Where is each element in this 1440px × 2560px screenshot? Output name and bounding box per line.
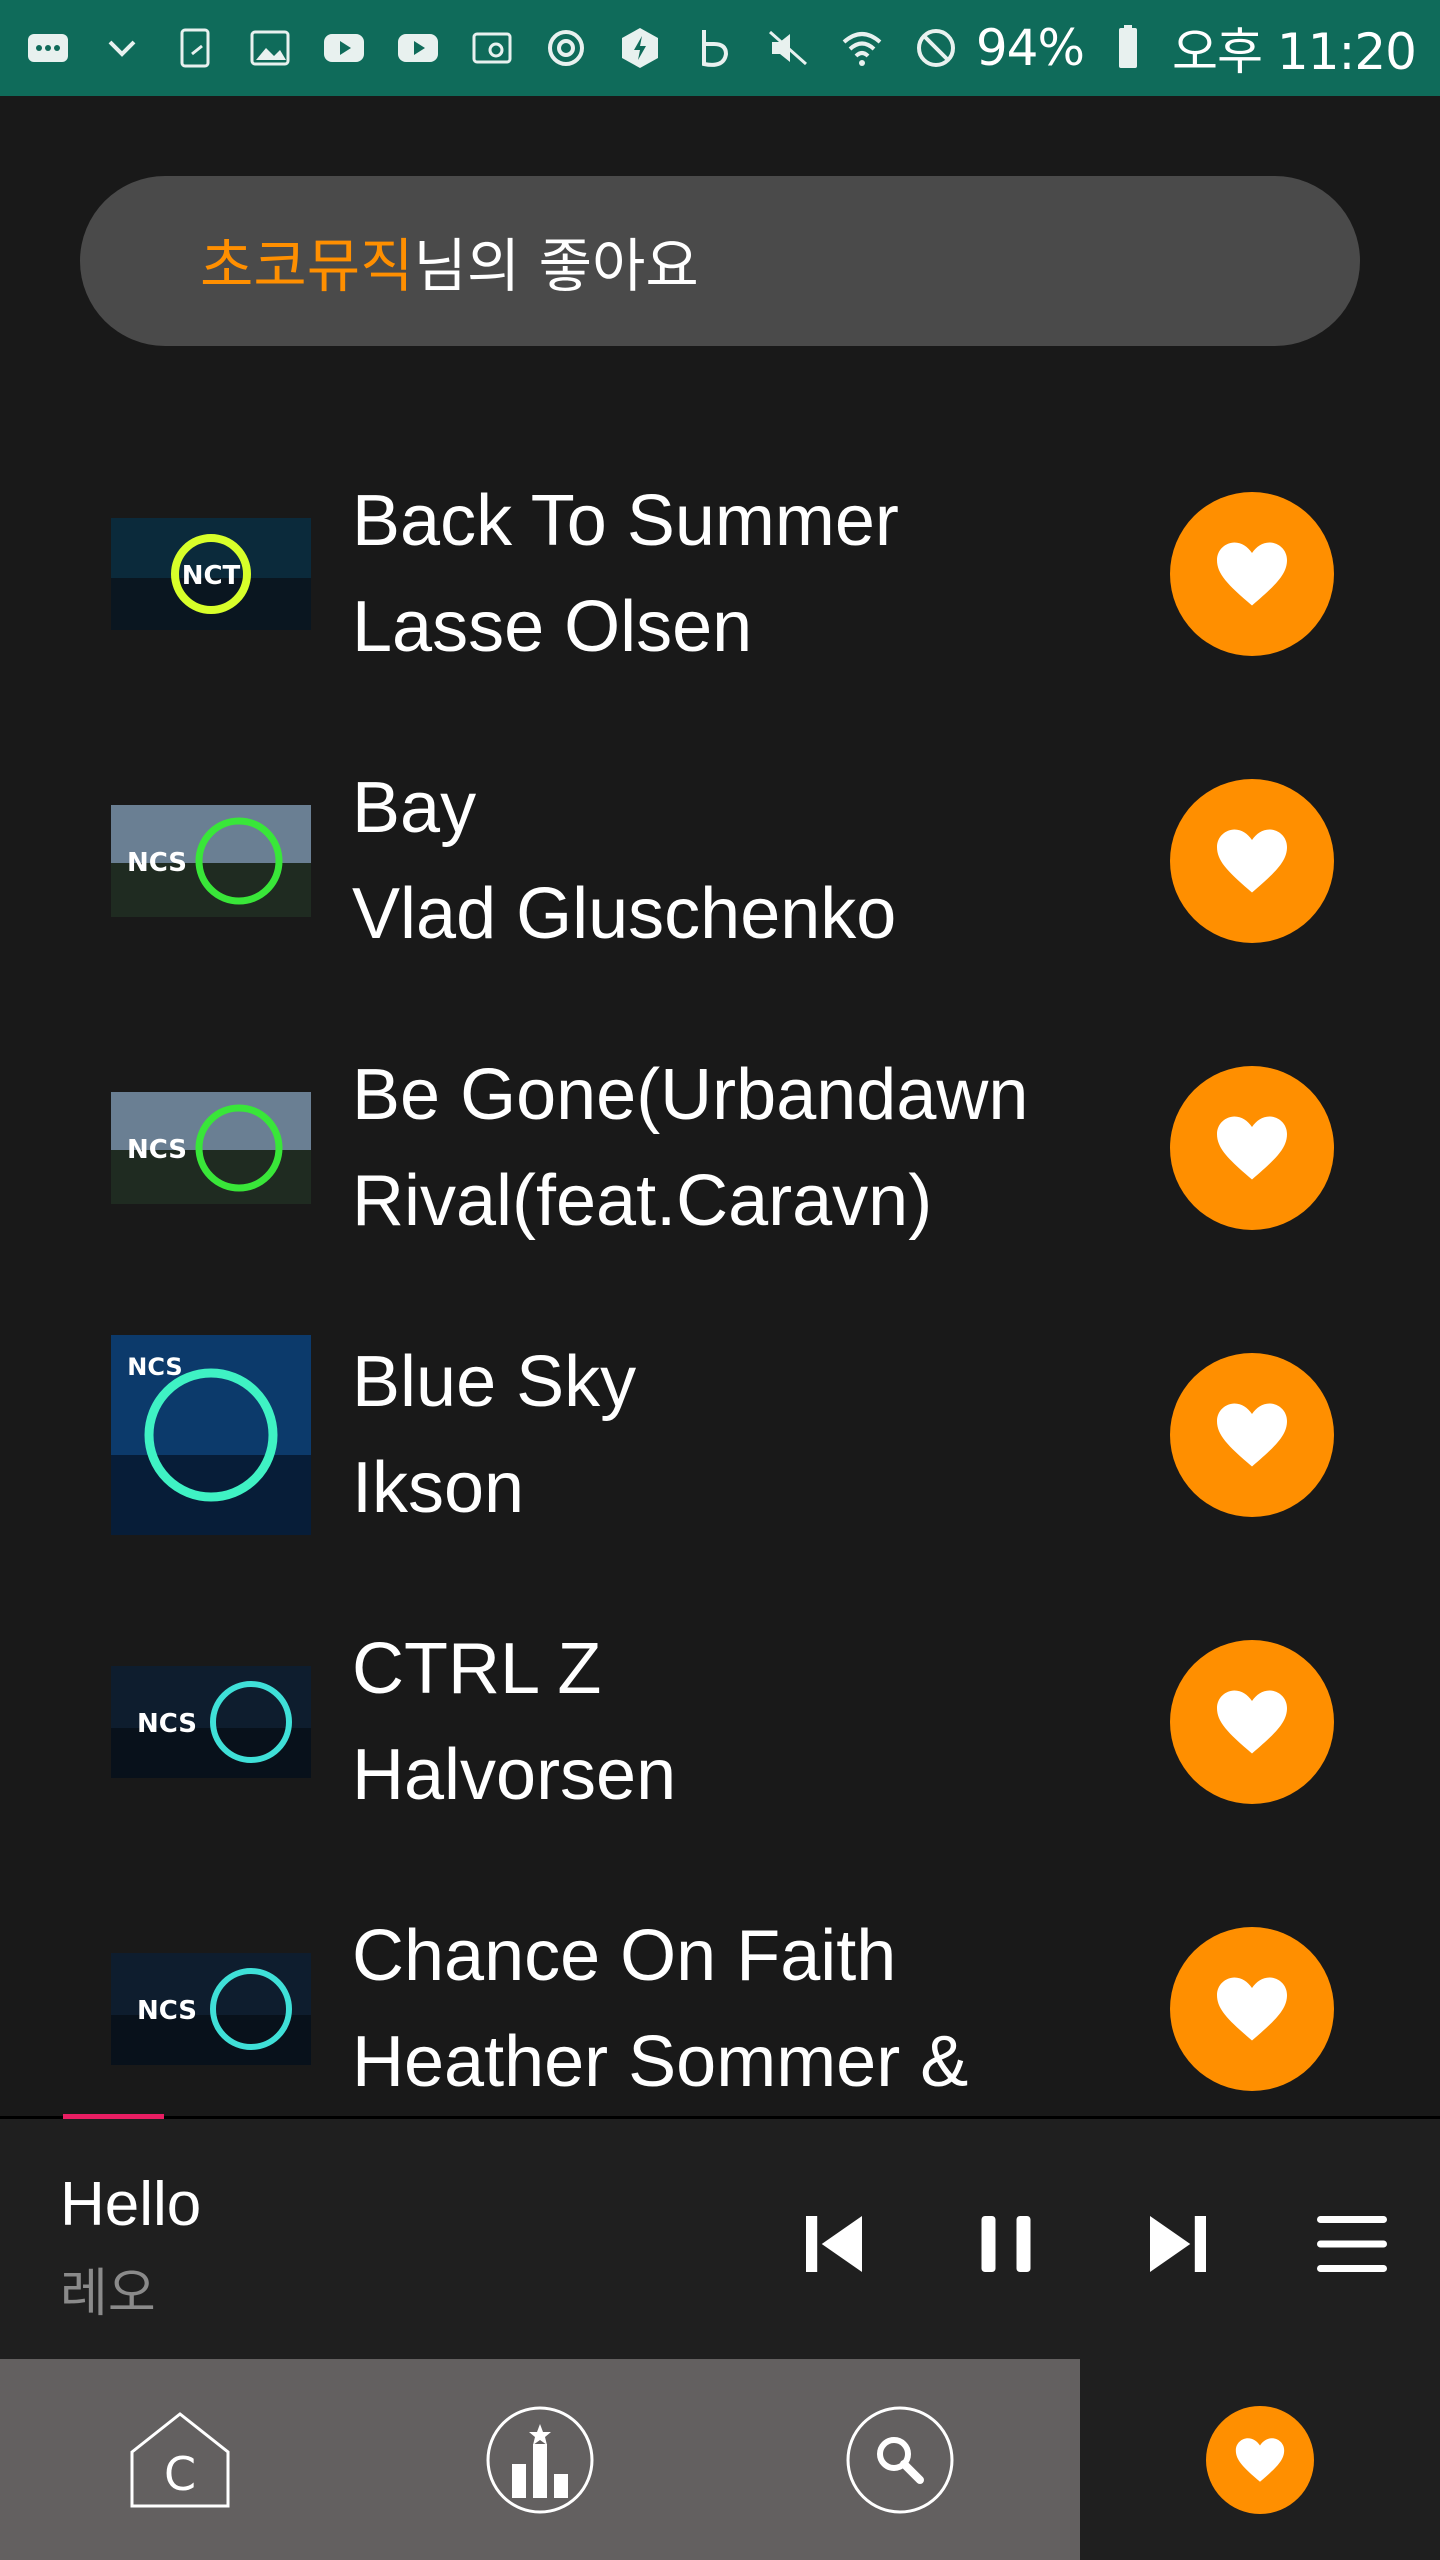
page-title: 초코뮤직님의 좋아요 [200, 219, 699, 303]
track-list: NCT Back To Summer Lasse Olsen NCS Bay V… [0, 430, 1440, 2152]
heart-icon [1217, 829, 1287, 892]
wifi-icon [838, 24, 886, 72]
heart-icon [1235, 2437, 1285, 2482]
list-item[interactable]: NCS Blue Sky Ikson [0, 1291, 1440, 1578]
do-not-disturb-icon [912, 24, 960, 72]
heart-icon [1217, 1977, 1287, 2040]
list-item[interactable]: NCS Be Gone(Urbandawn Rival(feat.Caravn) [0, 1004, 1440, 1291]
battery-icon [1104, 24, 1152, 72]
title-suffix: 님의 좋아요 [413, 232, 699, 300]
now-playing-artist: 레오 [60, 2264, 156, 2324]
track-title: Be Gone(Urbandawn [352, 1054, 1029, 1135]
screenshot-icon [172, 24, 220, 72]
heart-icon [1217, 542, 1287, 605]
youtube-icon [320, 24, 368, 72]
mini-player[interactable]: Hello 레오 [0, 2119, 1440, 2359]
nav-favorites[interactable] [1080, 2359, 1440, 2560]
track-title: Blue Sky [352, 1341, 637, 1422]
track-title: Chance On Faith [352, 1915, 897, 1996]
nav-chart[interactable] [360, 2359, 720, 2560]
list-item[interactable]: NCS CTRL Z Halvorsen [0, 1578, 1440, 1865]
wifi-call-icon [468, 24, 516, 72]
album-thumbnail: NCS [111, 1334, 311, 1535]
track-artist: Halvorsen [352, 1734, 677, 1815]
search-icon [846, 2406, 954, 2513]
like-button[interactable] [1170, 491, 1334, 656]
previous-button[interactable] [784, 2194, 884, 2294]
image-icon [246, 24, 294, 72]
chevron-down-icon[interactable] [98, 24, 146, 72]
nav-home[interactable]: C [0, 2359, 360, 2560]
track-artist: Rival(feat.Caravn) [352, 1160, 933, 1241]
battery-percent: 94% [975, 19, 1085, 77]
track-title: CTRL Z [352, 1628, 602, 1709]
next-icon [1150, 2216, 1206, 2272]
album-thumbnail: NCS [111, 804, 311, 917]
favorites-icon [1206, 2405, 1314, 2514]
clock: 오후 11:20 [1172, 23, 1417, 81]
svg-text:NCS: NCS [127, 848, 187, 878]
album-thumbnail: NCS [111, 1665, 311, 1778]
track-artist: Ikson [352, 1447, 525, 1528]
queue-menu-icon [1317, 2216, 1387, 2272]
heart-icon [1217, 1690, 1287, 1753]
list-item[interactable]: NCS Chance On Faith Heather Sommer & [0, 1865, 1440, 2152]
power-saving-icon [616, 24, 664, 72]
favorites-header: 초코뮤직님의 좋아요 [80, 176, 1360, 346]
svg-text:NCS: NCS [137, 1996, 197, 2026]
nav-search[interactable] [720, 2359, 1080, 2560]
like-button[interactable] [1170, 1352, 1334, 1517]
svg-text:C: C [164, 2447, 196, 2501]
previous-icon [806, 2216, 862, 2272]
like-button[interactable] [1170, 1065, 1334, 1230]
now-playing-title: Hello [60, 2170, 202, 2239]
b-app-icon [690, 24, 738, 72]
svg-text:NCS: NCS [127, 1353, 182, 1381]
pause-button[interactable] [956, 2194, 1056, 2294]
queue-menu-button[interactable] [1302, 2194, 1402, 2294]
like-button[interactable] [1170, 778, 1334, 943]
like-button[interactable] [1170, 1639, 1334, 1804]
svg-text:NCS: NCS [127, 1135, 187, 1165]
list-item[interactable]: NCT Back To Summer Lasse Olsen [0, 430, 1440, 717]
bottom-navigation: C [0, 2359, 1440, 2560]
message-icon [24, 24, 72, 72]
track-title: Back To Summer [352, 480, 899, 561]
mute-icon [764, 24, 812, 72]
heart-icon [1217, 1403, 1287, 1466]
track-title: Bay [352, 767, 477, 848]
youtube-icon [394, 24, 442, 72]
status-bar: 94% 오후 11:20 [0, 0, 1440, 96]
svg-text:NCS: NCS [137, 1709, 197, 1739]
home-icon: C [130, 2411, 230, 2507]
album-thumbnail: NCT [111, 517, 311, 630]
album-thumbnail: NCS [111, 1091, 311, 1204]
list-item[interactable]: NCS Bay Vlad Gluschenko [0, 717, 1440, 1004]
like-button[interactable] [1170, 1926, 1334, 2091]
album-thumbnail: NCS [111, 1952, 311, 2065]
next-button[interactable] [1128, 2194, 1228, 2294]
notification-icons [24, 24, 960, 72]
track-artist: Lasse Olsen [352, 586, 753, 667]
track-artist: Heather Sommer & [352, 2021, 969, 2102]
owner-name: 초코뮤직 [200, 232, 414, 300]
sync-icon [542, 24, 590, 72]
chart-icon [486, 2406, 594, 2513]
heart-icon [1217, 1116, 1287, 1179]
pause-icon [981, 2216, 1031, 2272]
track-artist: Vlad Gluschenko [352, 873, 897, 954]
svg-text:NCT: NCT [182, 561, 241, 591]
